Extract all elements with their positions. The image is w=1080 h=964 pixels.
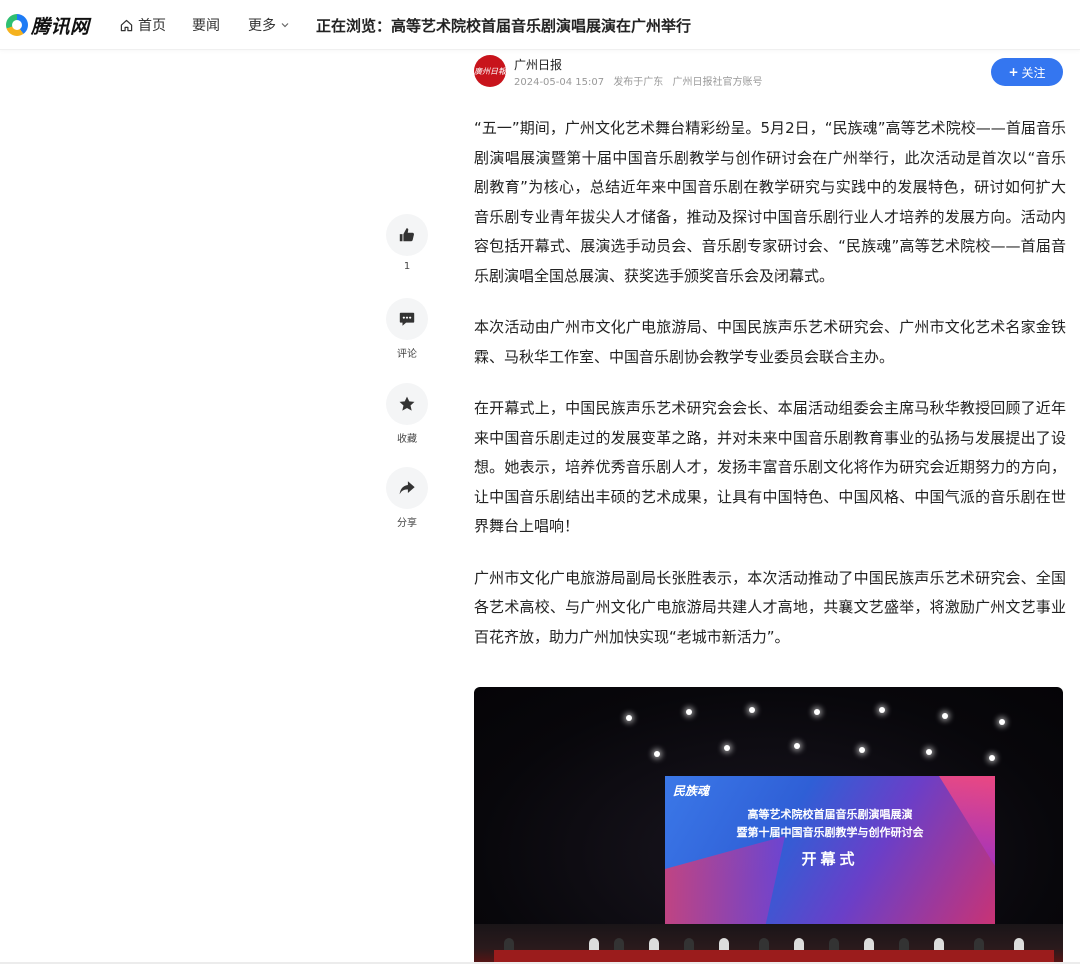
nav-item-more[interactable]: 更多 xyxy=(248,0,290,50)
screen-title-line: 暨第十届中国音乐剧教学与创作研讨会 xyxy=(736,826,924,839)
follow-label: 关注 xyxy=(1021,65,1046,80)
comment-label: 评论 xyxy=(397,349,417,360)
author-avatar[interactable]: 廣州日報 xyxy=(474,55,506,87)
author-name[interactable]: 广州日报 xyxy=(514,56,562,73)
logo-icon xyxy=(6,14,28,36)
stage-light xyxy=(794,743,800,749)
favorite-button[interactable] xyxy=(386,383,428,425)
site-logo[interactable]: 腾讯网 xyxy=(6,11,90,39)
article-paragraph: 广州市文化广电旅游局副局长张胜表示，本次活动推动了中国民族声乐艺术研究会、全国各… xyxy=(474,568,1066,646)
like-action[interactable]: 1 xyxy=(386,214,428,272)
screen-brand-text: 民族魂 xyxy=(673,784,710,798)
logo-text: 腾讯网 xyxy=(31,15,90,38)
stage-light xyxy=(859,747,865,753)
share-icon xyxy=(399,481,415,495)
article-photo[interactable]: 民族魂 高等艺术院校首届音乐剧演唱展演 暨第十届中国音乐剧教学与创作研讨会 开幕… xyxy=(474,687,1063,964)
share-label: 分享 xyxy=(397,518,417,529)
favorite-action[interactable]: 收藏 xyxy=(386,383,428,445)
top-navigation-bar: 腾讯网 首页 要闻 更多 正在浏览：高等艺术院校首届音乐剧演唱展演在广州举行 xyxy=(0,0,1080,50)
stage-light xyxy=(749,707,755,713)
article-paragraph: 本次活动由广州市文化广电旅游局、中国民族声乐艺术研究会、广州市文化艺术名家金铁霖… xyxy=(474,318,1066,366)
comment-action[interactable]: 评论 xyxy=(386,298,428,360)
favorite-label: 收藏 xyxy=(397,434,417,445)
stage-light xyxy=(926,749,932,755)
home-icon xyxy=(120,19,133,31)
share-button[interactable] xyxy=(386,467,428,509)
plus-icon: + xyxy=(1008,65,1019,79)
stage-light xyxy=(942,713,948,719)
screen-title-line: 高等艺术院校首届音乐剧演唱展演 xyxy=(747,808,913,821)
stage-light xyxy=(989,755,995,761)
stage-light xyxy=(999,719,1005,725)
stage-screen: 民族魂 高等艺术院校首届音乐剧演唱展演 暨第十届中国音乐剧教学与创作研讨会 开幕… xyxy=(665,776,995,946)
nav-item-label: 要闻 xyxy=(192,18,220,34)
now-reading-title: 正在浏览：高等艺术院校首届音乐剧演唱展演在广州举行 xyxy=(316,16,692,35)
comment-icon xyxy=(399,312,415,326)
stage-light xyxy=(686,709,692,715)
nav-item-news[interactable]: 要闻 xyxy=(192,0,220,50)
follow-button[interactable]: + 关注 xyxy=(991,58,1063,86)
screen-title-main: 开幕式 xyxy=(801,850,859,868)
chevron-down-icon xyxy=(281,23,289,28)
thumb-up-icon xyxy=(399,228,414,242)
publish-date: 2024-05-04 15:07 xyxy=(514,77,605,88)
nav-item-label: 更多 xyxy=(248,18,276,34)
author-meta: 2024-05-04 15:07 发布于广东 广州日报社官方账号 xyxy=(514,73,769,88)
share-action[interactable]: 分享 xyxy=(386,467,428,529)
stage-light xyxy=(724,745,730,751)
article-body: “五一”期间，广州文化艺术舞台精彩纷呈。5月2日，“民族魂”高等艺术院校——首届… xyxy=(474,114,1066,674)
article-paragraph: 在开幕式上，中国民族声乐艺术研究会会长、本届活动组委会主席马秋华教授回顾了近年来… xyxy=(474,399,1066,535)
article-paragraph: “五一”期间，广州文化艺术舞台精彩纷呈。5月2日，“民族魂”高等艺术院校——首届… xyxy=(474,119,1066,285)
stage-light xyxy=(879,707,885,713)
stage-light xyxy=(626,715,632,721)
avatar-text: 廣州日報 xyxy=(474,66,506,76)
star-icon xyxy=(399,396,415,411)
stage-light xyxy=(814,709,820,715)
nav-item-home[interactable]: 首页 xyxy=(120,0,166,50)
comment-button[interactable] xyxy=(386,298,428,340)
like-button[interactable] xyxy=(386,214,428,256)
publish-location: 发布于广东 xyxy=(613,77,664,88)
nav-item-label: 首页 xyxy=(138,18,166,34)
account-description: 广州日报社官方账号 xyxy=(672,77,763,88)
like-count: 1 xyxy=(403,261,411,272)
stage-light xyxy=(654,751,660,757)
